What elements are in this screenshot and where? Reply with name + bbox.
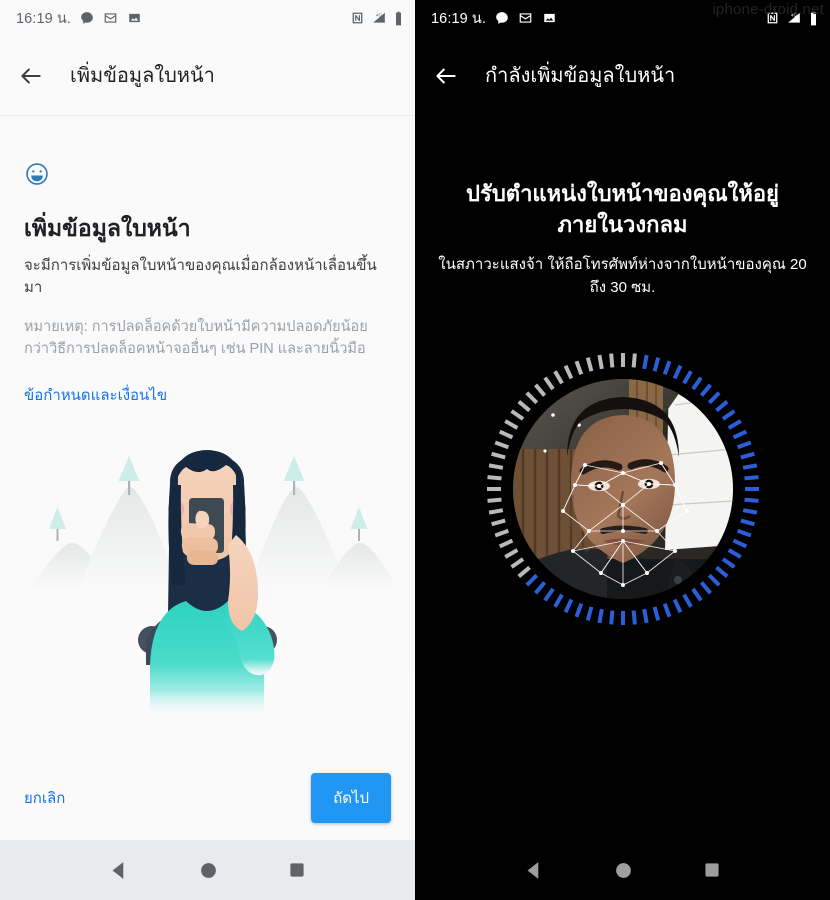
signal-4g-icon: 4G	[788, 12, 800, 23]
recents-nav-icon[interactable]	[288, 861, 306, 879]
signal-4g-icon: 4G	[373, 12, 385, 23]
terms-and-conditions-link[interactable]: ข้อกำหนดและเงื่อนไข	[24, 383, 167, 407]
next-button[interactable]: ถัดไป	[311, 772, 391, 823]
person-holding-phone-illustration	[0, 450, 415, 725]
app-bar: เพิ่มข้อมูลใบหน้า	[0, 36, 415, 116]
battery-icon	[396, 11, 401, 25]
smiley-face-icon	[26, 163, 48, 185]
left-phone-screen: 16:19 น. 4G เพิ่มข้อมูลใบหน้า เพิ่มข้อมู…	[0, 0, 415, 900]
page-title: เพิ่มข้อมูลใบหน้า	[70, 64, 215, 87]
gmail-icon	[519, 13, 532, 23]
gmail-icon	[104, 13, 117, 23]
status-time: 16:19 น.	[431, 10, 487, 27]
dual-screenshot-comparison: 16:19 น. 4G เพิ่มข้อมูลใบหน้า เพิ่มข้อมู…	[0, 0, 830, 900]
status-bar-left: 16:19 น.	[16, 7, 351, 30]
app-bar: กำลังเพิ่มข้อมูลใบหน้า	[415, 36, 830, 116]
status-bar-left: 16:19 น.	[431, 7, 766, 30]
home-nav-icon[interactable]	[614, 861, 633, 880]
message-icon	[81, 12, 93, 24]
subtitle-text: จะมีการเพิ่มข้อมูลใบหน้าของคุณเมื่อกล้อง…	[24, 256, 377, 297]
system-nav-bar	[0, 840, 415, 900]
battery-icon	[811, 11, 816, 25]
status-time: 16:19 น.	[16, 10, 72, 27]
home-nav-icon[interactable]	[199, 861, 218, 880]
nfc-icon	[767, 12, 778, 24]
scan-instruction-subtitle: ในสภาวะแสงจ้า ให้ถือโทรศัพท์ห่างจากใบหน้…	[438, 256, 807, 296]
status-bar: 16:19 น. 4G	[0, 0, 415, 36]
nfc-icon	[352, 12, 363, 24]
face-enrollment-scanner	[486, 353, 759, 625]
back-arrow-icon[interactable]	[433, 63, 459, 89]
status-bar: 16:19 น. 4G	[415, 0, 830, 36]
photos-icon	[544, 13, 555, 23]
back-arrow-icon[interactable]	[18, 63, 44, 89]
headline: เพิ่มข้อมูลใบหน้า	[24, 215, 191, 241]
status-bar-right: 4G	[351, 11, 403, 26]
recents-nav-icon[interactable]	[703, 861, 721, 879]
cancel-button[interactable]: ยกเลิก	[24, 786, 65, 810]
message-icon	[496, 12, 508, 24]
enrollment-intro-content: เพิ่มข้อมูลใบหน้า จะมีการเพิ่มข้อมูลใบหน…	[0, 116, 415, 407]
page-title: กำลังเพิ่มข้อมูลใบหน้า	[485, 65, 676, 87]
svg-text:4G: 4G	[376, 12, 383, 17]
scan-instruction-headline: ปรับตำแหน่งใบหน้าของคุณให้อยู่ภายในวงกลม	[466, 181, 779, 238]
svg-text:4G: 4G	[791, 12, 798, 17]
right-phone-screen: iphone-droid.net 16:19 น. 4G กำลังเพิ่มข…	[415, 0, 830, 900]
back-nav-icon[interactable]	[525, 861, 544, 880]
status-bar-right: 4G	[766, 11, 818, 26]
security-note-text: หมายเหตุ: การปลดล็อคด้วยใบหน้ามีความปลอด…	[24, 318, 368, 358]
system-nav-bar	[415, 840, 830, 900]
back-nav-icon[interactable]	[110, 861, 129, 880]
action-bar: ยกเลิก ถัดไป	[0, 755, 415, 840]
photos-icon	[129, 13, 140, 23]
